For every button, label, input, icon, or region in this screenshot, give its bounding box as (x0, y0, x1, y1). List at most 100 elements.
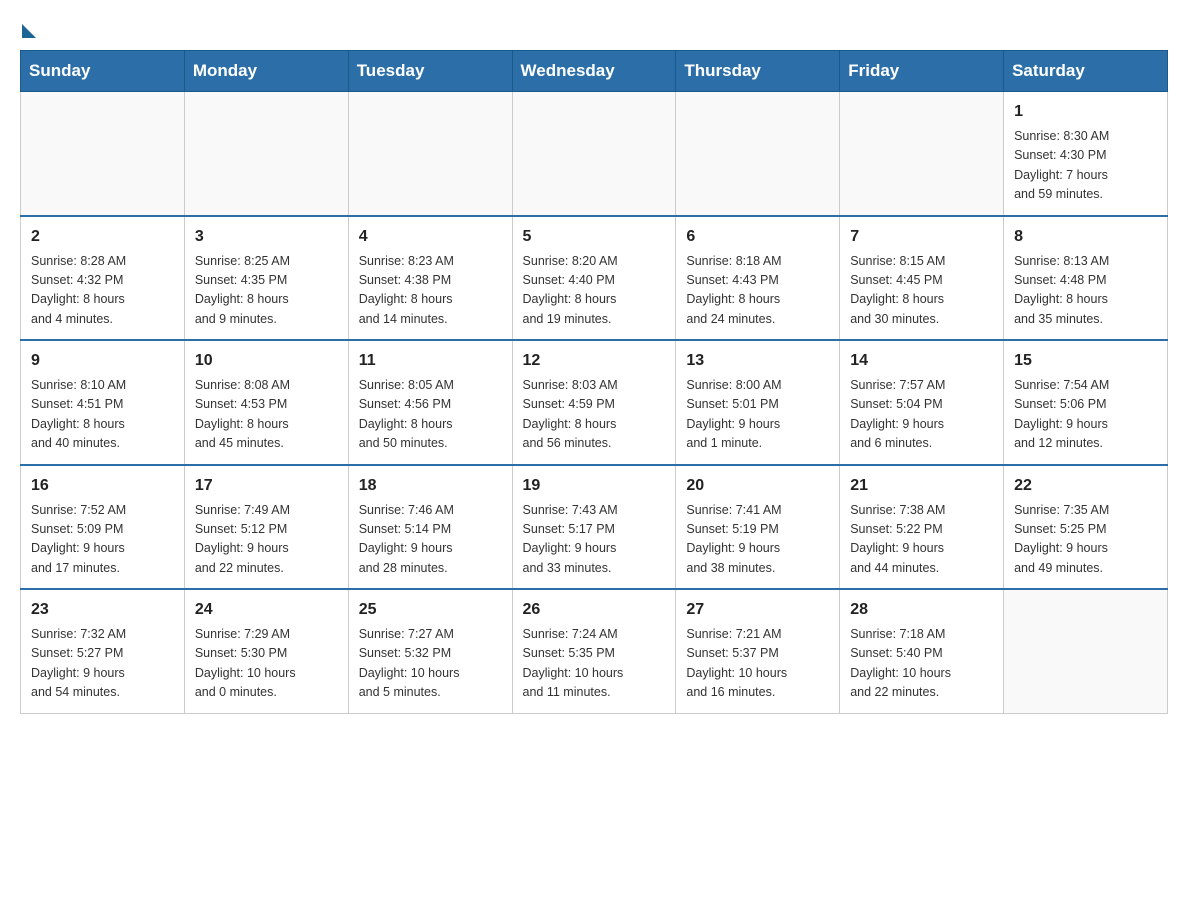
calendar-day-header: Wednesday (512, 51, 676, 92)
calendar-week-row: 16Sunrise: 7:52 AMSunset: 5:09 PMDayligh… (21, 465, 1168, 590)
day-info: Sunrise: 8:28 AMSunset: 4:32 PMDaylight:… (31, 252, 174, 330)
day-number: 26 (523, 598, 666, 622)
day-number: 5 (523, 225, 666, 249)
day-number: 6 (686, 225, 829, 249)
day-info: Sunrise: 8:00 AMSunset: 5:01 PMDaylight:… (686, 376, 829, 454)
day-info: Sunrise: 8:03 AMSunset: 4:59 PMDaylight:… (523, 376, 666, 454)
calendar-cell: 25 Sunrise: 7:27 AMSunset: 5:32 PMDayligh… (348, 589, 512, 713)
calendar-cell: 1Sunrise: 8:30 AMSunset: 4:30 PMDaylight… (1004, 92, 1168, 216)
calendar-day-header: Sunday (21, 51, 185, 92)
day-number: 7 (850, 225, 993, 249)
calendar-week-row: 2 Sunrise: 8:28 AMSunset: 4:32 PMDaylight… (21, 216, 1168, 341)
calendar-header-row: SundayMondayTuesdayWednesdayThursdayFrid… (21, 51, 1168, 92)
calendar-week-row: 9 Sunrise: 8:10 AMSunset: 4:51 PMDaylight… (21, 340, 1168, 465)
calendar-week-row: 23 Sunrise: 7:32 AMSunset: 5:27 PMDayligh… (21, 589, 1168, 713)
day-number: 2 (31, 225, 174, 249)
calendar-cell: 12 Sunrise: 8:03 AMSunset: 4:59 PMDayligh… (512, 340, 676, 465)
calendar-table: SundayMondayTuesdayWednesdayThursdayFrid… (20, 50, 1168, 714)
day-info: Sunrise: 7:41 AMSunset: 5:19 PMDaylight:… (686, 501, 829, 579)
calendar-cell: 8 Sunrise: 8:13 AMSunset: 4:48 PMDaylight… (1004, 216, 1168, 341)
day-info: Sunrise: 7:29 AMSunset: 5:30 PMDaylight:… (195, 625, 338, 703)
day-info: Sunrise: 7:43 AMSunset: 5:17 PMDaylight:… (523, 501, 666, 579)
logo-arrow-icon (22, 24, 36, 38)
calendar-cell: 19 Sunrise: 7:43 AMSunset: 5:17 PMDayligh… (512, 465, 676, 590)
calendar-cell (184, 92, 348, 216)
calendar-cell: 17 Sunrise: 7:49 AMSunset: 5:12 PMDayligh… (184, 465, 348, 590)
day-number: 10 (195, 349, 338, 373)
day-number: 16 (31, 474, 174, 498)
day-number: 25 (359, 598, 502, 622)
day-number: 12 (523, 349, 666, 373)
day-number: 24 (195, 598, 338, 622)
day-info: Sunrise: 7:32 AMSunset: 5:27 PMDaylight:… (31, 625, 174, 703)
day-number: 28 (850, 598, 993, 622)
calendar-cell: 18 Sunrise: 7:46 AMSunset: 5:14 PMDayligh… (348, 465, 512, 590)
calendar-cell (1004, 589, 1168, 713)
day-info: Sunrise: 8:25 AMSunset: 4:35 PMDaylight:… (195, 252, 338, 330)
calendar-cell: 15 Sunrise: 7:54 AMSunset: 5:06 PMDayligh… (1004, 340, 1168, 465)
day-number: 8 (1014, 225, 1157, 249)
calendar-cell: 28 Sunrise: 7:18 AMSunset: 5:40 PMDayligh… (840, 589, 1004, 713)
day-info: Sunrise: 7:54 AMSunset: 5:06 PMDaylight:… (1014, 376, 1157, 454)
day-number: 20 (686, 474, 829, 498)
calendar-cell (21, 92, 185, 216)
day-number: 22 (1014, 474, 1157, 498)
day-info: Sunrise: 7:57 AMSunset: 5:04 PMDaylight:… (850, 376, 993, 454)
calendar-week-row: 1Sunrise: 8:30 AMSunset: 4:30 PMDaylight… (21, 92, 1168, 216)
calendar-cell: 16Sunrise: 7:52 AMSunset: 5:09 PMDayligh… (21, 465, 185, 590)
day-info: Sunrise: 7:27 AMSunset: 5:32 PMDaylight:… (359, 625, 502, 703)
calendar-day-header: Monday (184, 51, 348, 92)
day-info: Sunrise: 7:46 AMSunset: 5:14 PMDaylight:… (359, 501, 502, 579)
day-info: Sunrise: 8:18 AMSunset: 4:43 PMDaylight:… (686, 252, 829, 330)
calendar-day-header: Tuesday (348, 51, 512, 92)
day-info: Sunrise: 8:05 AMSunset: 4:56 PMDaylight:… (359, 376, 502, 454)
calendar-cell: 3 Sunrise: 8:25 AMSunset: 4:35 PMDaylight… (184, 216, 348, 341)
day-info: Sunrise: 7:18 AMSunset: 5:40 PMDaylight:… (850, 625, 993, 703)
calendar-day-header: Saturday (1004, 51, 1168, 92)
calendar-cell: 9 Sunrise: 8:10 AMSunset: 4:51 PMDaylight… (21, 340, 185, 465)
calendar-cell (348, 92, 512, 216)
day-number: 21 (850, 474, 993, 498)
day-info: Sunrise: 8:23 AMSunset: 4:38 PMDaylight:… (359, 252, 502, 330)
calendar-cell: 23 Sunrise: 7:32 AMSunset: 5:27 PMDayligh… (21, 589, 185, 713)
day-number: 18 (359, 474, 502, 498)
day-info: Sunrise: 8:08 AMSunset: 4:53 PMDaylight:… (195, 376, 338, 454)
day-info: Sunrise: 7:24 AMSunset: 5:35 PMDaylight:… (523, 625, 666, 703)
calendar-cell: 11Sunrise: 8:05 AMSunset: 4:56 PMDayligh… (348, 340, 512, 465)
calendar-cell: 14 Sunrise: 7:57 AMSunset: 5:04 PMDayligh… (840, 340, 1004, 465)
calendar-cell: 27 Sunrise: 7:21 AMSunset: 5:37 PMDayligh… (676, 589, 840, 713)
day-number: 27 (686, 598, 829, 622)
day-number: 17 (195, 474, 338, 498)
calendar-cell: 24 Sunrise: 7:29 AMSunset: 5:30 PMDayligh… (184, 589, 348, 713)
calendar-cell: 2 Sunrise: 8:28 AMSunset: 4:32 PMDaylight… (21, 216, 185, 341)
calendar-day-header: Thursday (676, 51, 840, 92)
calendar-cell: 26 Sunrise: 7:24 AMSunset: 5:35 PMDayligh… (512, 589, 676, 713)
logo (20, 20, 36, 34)
calendar-cell (512, 92, 676, 216)
day-number: 15 (1014, 349, 1157, 373)
calendar-cell: 13 Sunrise: 8:00 AMSunset: 5:01 PMDayligh… (676, 340, 840, 465)
day-info: Sunrise: 8:15 AMSunset: 4:45 PMDaylight:… (850, 252, 993, 330)
day-number: 23 (31, 598, 174, 622)
day-info: Sunrise: 7:49 AMSunset: 5:12 PMDaylight:… (195, 501, 338, 579)
calendar-cell: 21Sunrise: 7:38 AMSunset: 5:22 PMDayligh… (840, 465, 1004, 590)
day-number: 9 (31, 349, 174, 373)
calendar-cell: 10 Sunrise: 8:08 AMSunset: 4:53 PMDayligh… (184, 340, 348, 465)
day-info: Sunrise: 8:20 AMSunset: 4:40 PMDaylight:… (523, 252, 666, 330)
calendar-cell: 6 Sunrise: 8:18 AMSunset: 4:43 PMDaylight… (676, 216, 840, 341)
calendar-cell (840, 92, 1004, 216)
calendar-cell: 22 Sunrise: 7:35 AMSunset: 5:25 PMDayligh… (1004, 465, 1168, 590)
calendar-cell: 5 Sunrise: 8:20 AMSunset: 4:40 PMDaylight… (512, 216, 676, 341)
day-info: Sunrise: 7:21 AMSunset: 5:37 PMDaylight:… (686, 625, 829, 703)
calendar-cell: 4 Sunrise: 8:23 AMSunset: 4:38 PMDaylight… (348, 216, 512, 341)
day-number: 4 (359, 225, 502, 249)
day-info: Sunrise: 7:35 AMSunset: 5:25 PMDaylight:… (1014, 501, 1157, 579)
day-info: Sunrise: 8:10 AMSunset: 4:51 PMDaylight:… (31, 376, 174, 454)
day-info: Sunrise: 8:13 AMSunset: 4:48 PMDaylight:… (1014, 252, 1157, 330)
calendar-cell: 20 Sunrise: 7:41 AMSunset: 5:19 PMDayligh… (676, 465, 840, 590)
day-number: 14 (850, 349, 993, 373)
day-number: 19 (523, 474, 666, 498)
day-number: 3 (195, 225, 338, 249)
day-number: 13 (686, 349, 829, 373)
day-number: 1 (1014, 100, 1157, 124)
